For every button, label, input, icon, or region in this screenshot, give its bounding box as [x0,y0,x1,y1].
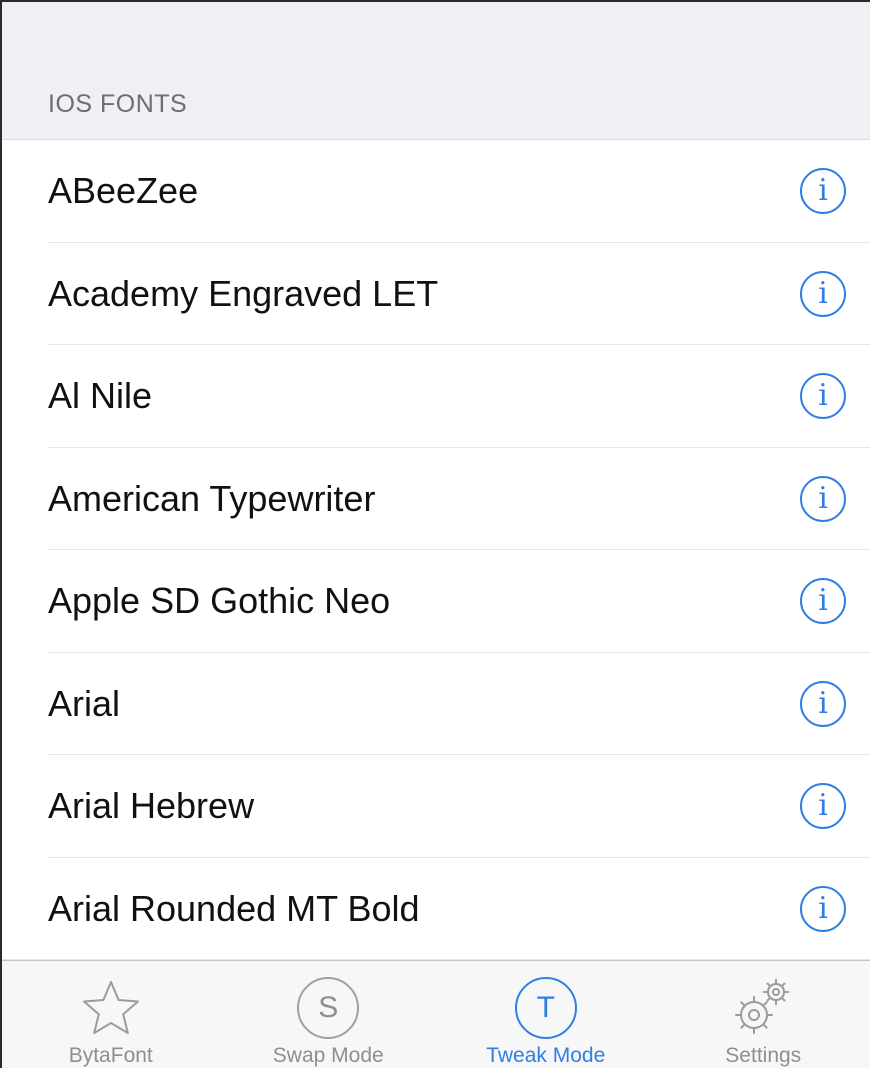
circle-s-icon: S [297,977,360,1039]
font-name: Al Nile [48,375,153,417]
info-icon[interactable]: i [800,783,846,830]
font-name: American Typewriter [48,477,376,519]
font-row[interactable]: American Typewriter i [2,448,870,551]
font-name: ABeeZee [48,170,199,212]
tab-label: Settings [725,1044,802,1067]
section-header: IOS FONTS [2,2,870,140]
font-list-screen: IOS FONTS ABeeZee i Academy Engraved LET… [0,0,870,1068]
star-icon [78,975,144,1041]
font-row[interactable]: Al Nile i [2,345,870,448]
tab-bar: BytaFont S Swap Mode T Tweak Mode Settin… [2,960,870,1068]
tab-label: Tweak Mode [486,1044,606,1067]
font-list: ABeeZee i Academy Engraved LET i Al Nile… [2,140,870,960]
info-icon[interactable]: i [800,680,846,727]
section-title: IOS FONTS [48,90,188,118]
font-row[interactable]: ABeeZee i [2,140,870,243]
tab-label: BytaFont [68,1044,153,1067]
info-icon[interactable]: i [800,270,846,317]
gear-icon [730,975,796,1041]
font-name: Academy Engraved LET [48,272,439,314]
info-icon[interactable]: i [800,475,846,522]
tab-swap-mode[interactable]: S Swap Mode [220,961,438,1068]
info-icon[interactable]: i [800,885,846,932]
circle-t-icon: T [514,977,577,1039]
tab-tweak-mode[interactable]: T Tweak Mode [437,961,655,1068]
font-row[interactable]: Arial Rounded MT Bold i [2,858,870,961]
font-row[interactable]: Arial i [2,653,870,756]
font-name: Arial Rounded MT Bold [48,887,420,929]
font-name: Apple SD Gothic Neo [48,580,391,622]
font-name: Arial [48,682,121,724]
font-row[interactable]: Arial Hebrew i [2,755,870,858]
font-name: Arial Hebrew [48,785,255,827]
tab-settings[interactable]: Settings [655,961,870,1068]
tab-bytafont[interactable]: BytaFont [2,961,220,1068]
font-row[interactable]: Apple SD Gothic Neo i [2,550,870,653]
tab-label: Swap Mode [272,1044,384,1067]
font-row[interactable]: Academy Engraved LET i [2,243,870,346]
info-icon[interactable]: i [800,168,846,215]
info-icon[interactable]: i [800,578,846,625]
info-icon[interactable]: i [800,373,846,420]
